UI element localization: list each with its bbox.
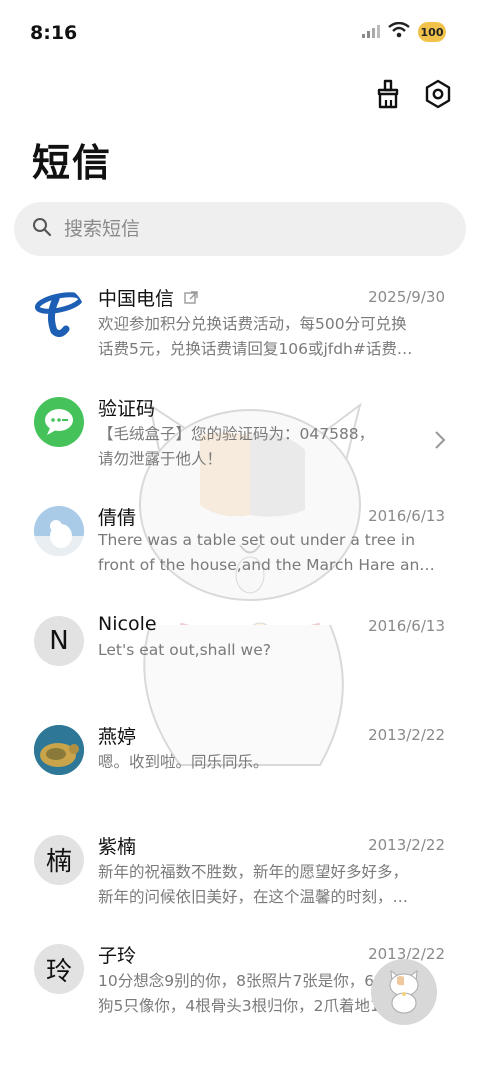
conversation-name: 燕婷	[98, 726, 137, 748]
search-bar[interactable]	[14, 202, 466, 256]
conversation-date: 2016/6/13	[368, 616, 445, 635]
external-link-icon	[184, 290, 198, 309]
china-telecom-logo-icon	[34, 287, 84, 337]
message-preview: 新年的问候依旧美好，在这个温馨的时刻，…	[98, 887, 409, 906]
sea-turtle-avatar	[34, 725, 84, 775]
message-bubble-icon	[34, 396, 84, 447]
message-preview: Let's eat out,shall we?	[98, 640, 271, 659]
message-preview: 嗯。收到啦。同乐同乐。	[98, 753, 269, 771]
compose-cat-button[interactable]	[371, 959, 437, 1025]
page-title: 短信	[32, 141, 113, 185]
conversation-name: Nicole	[98, 612, 157, 635]
conversation-name: 紫楠	[98, 835, 137, 858]
conversation-date: 2013/2/22	[368, 726, 445, 744]
conversation-date: 2013/2/22	[368, 835, 445, 854]
status-time: 8:16	[30, 22, 78, 44]
message-preview: 请勿泄露于他人！	[98, 449, 223, 468]
signal-icon	[362, 23, 380, 42]
avatar: N	[34, 615, 84, 666]
message-preview: 新年的祝福数不胜数，新年的愿望好多好多，	[98, 862, 409, 881]
conversation-item[interactable]: 中国电信 2025/9/30 欢迎参加积分兑换话费活动，每500分可兑换 话费5…	[0, 270, 480, 380]
cat-mascot-icon	[379, 965, 429, 1019]
settings-icon[interactable]	[422, 78, 454, 110]
search-input[interactable]	[64, 218, 424, 240]
conversation-item[interactable]: 楠 紫楠 2013/2/22 新年的祝福数不胜数，新年的愿望好多好多， 新年的问…	[0, 818, 480, 928]
wifi-icon	[388, 21, 410, 42]
status-bar: 8:16 100	[0, 0, 480, 68]
avatar: 楠	[34, 834, 84, 885]
conversation-date: 2016/6/13	[368, 507, 445, 525]
avatar: 玲	[34, 944, 84, 994]
chevron-right-icon[interactable]	[434, 430, 446, 454]
message-preview: There was a table set out under a tree i…	[98, 531, 416, 549]
message-preview: 话费5元，兑换话费请回复106或jfdh#话费…	[98, 340, 413, 358]
conversation-item[interactable]: 验证码 【毛绒盒子】您的验证码为：047588， 请勿泄露于他人！	[0, 380, 480, 490]
message-preview: front of the house,and the March Hare an…	[98, 556, 435, 574]
message-preview: 欢迎参加积分兑换话费活动，每500分可兑换	[98, 315, 407, 333]
conversation-item[interactable]: 倩倩 2016/6/13 There was a table set out u…	[0, 489, 480, 599]
status-icons: 100	[362, 21, 446, 42]
conversation-name: 子玲	[98, 945, 137, 967]
battery-indicator: 100	[418, 22, 446, 42]
conversation-name: 验证码	[98, 397, 156, 420]
conversation-item[interactable]: N Nicole 2016/6/13 Let's eat out,shall w…	[0, 599, 480, 709]
conversation-item[interactable]: 燕婷 2013/2/22 嗯。收到啦。同乐同乐。	[0, 708, 480, 818]
conversation-name: 中国电信	[98, 288, 175, 310]
conversation-list: 中国电信 2025/9/30 欢迎参加积分兑换话费活动，每500分可兑换 话费5…	[0, 270, 480, 1037]
conversation-date: 2025/9/30	[368, 288, 445, 306]
conversation-name: 倩倩	[98, 507, 137, 529]
message-preview: 【毛绒盒子】您的验证码为：047588，	[98, 424, 375, 443]
clean-brush-icon[interactable]	[372, 78, 404, 110]
polar-bear-avatar	[34, 506, 84, 556]
top-actions	[372, 78, 454, 110]
search-icon	[32, 217, 52, 241]
